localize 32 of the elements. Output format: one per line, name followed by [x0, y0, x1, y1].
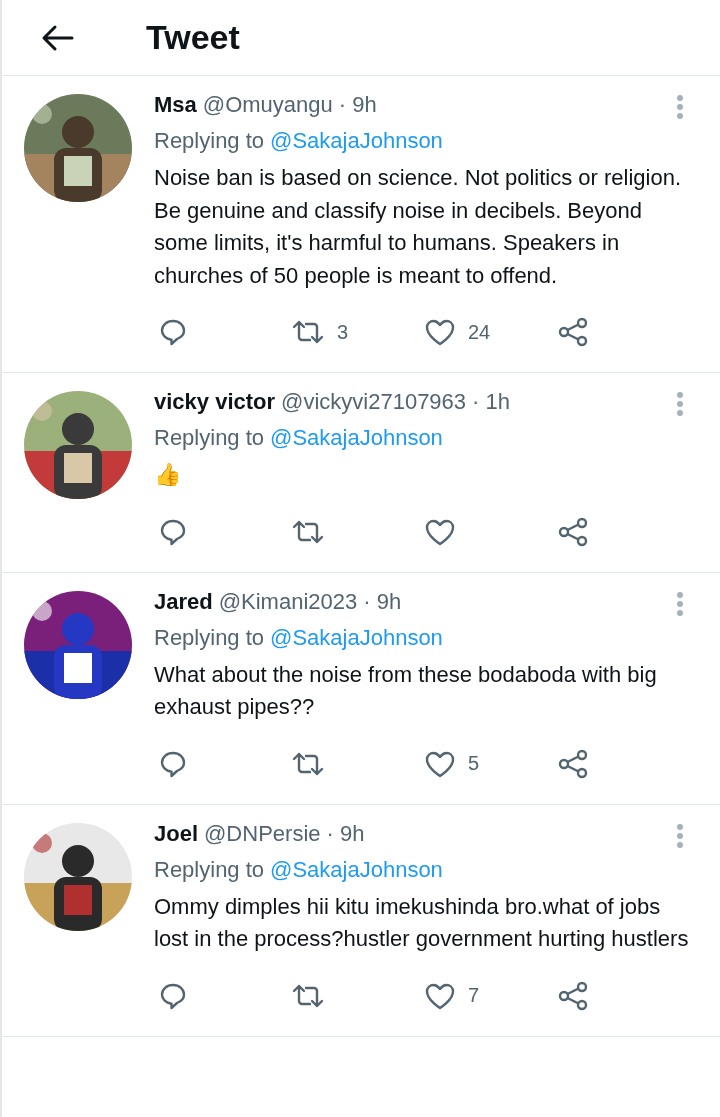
like-icon[interactable]: [424, 317, 456, 347]
tweet-text: 👍: [154, 461, 182, 489]
author-handle[interactable]: @vickyvi27107963: [281, 387, 467, 417]
like-count: 5: [468, 752, 480, 775]
replying-label: Replying to: [154, 855, 265, 884]
author-name[interactable]: Jared: [154, 586, 213, 617]
like-count: 7: [468, 984, 480, 1007]
tweet-text: Ommy dimples hii kitu imekushinda bro.what of jobs lost in the process?hustler government hurting hustlers: [154, 892, 690, 953]
author-name[interactable]: Joel: [154, 818, 199, 849]
share-icon[interactable]: [557, 516, 589, 547]
back-arrow-icon[interactable]: [40, 23, 74, 52]
replying-label: Replying to: [154, 424, 265, 452]
author-handle[interactable]: @Omuyangu: [202, 90, 333, 120]
page-title: Tweet: [146, 18, 240, 57]
tweet-time: · 1h: [472, 388, 510, 416]
share-icon[interactable]: [557, 980, 589, 1011]
author-handle[interactable]: @Kimani2023: [218, 586, 358, 617]
author-name[interactable]: vicky victor: [154, 387, 276, 417]
share-icon[interactable]: [557, 748, 589, 779]
tweet-time: · 9h: [338, 91, 377, 119]
retweet-count: 3: [337, 320, 349, 344]
replying-label: Replying to: [154, 127, 265, 155]
author-handle[interactable]: @DNPersie: [204, 818, 321, 849]
tweet-time: · 9h: [363, 587, 402, 616]
like-count: 24: [468, 320, 491, 344]
tweet-time: · 9h: [326, 819, 365, 848]
author-name[interactable]: Msa: [154, 90, 197, 120]
tweet-text: What about the noise from these bodaboda with big exhaust pipes??: [154, 660, 658, 721]
share-icon[interactable]: [557, 317, 589, 347]
replying-label: Replying to: [154, 623, 265, 652]
reply-icon[interactable]: [158, 317, 188, 347]
tweet-text: Noise ban is based on science. Not politics or religion. Be genuine and classify noise in decibels. Beyond some limits, it's harmful to humans. Speakers in churches of 50 people is meant to offend.: [154, 164, 683, 290]
